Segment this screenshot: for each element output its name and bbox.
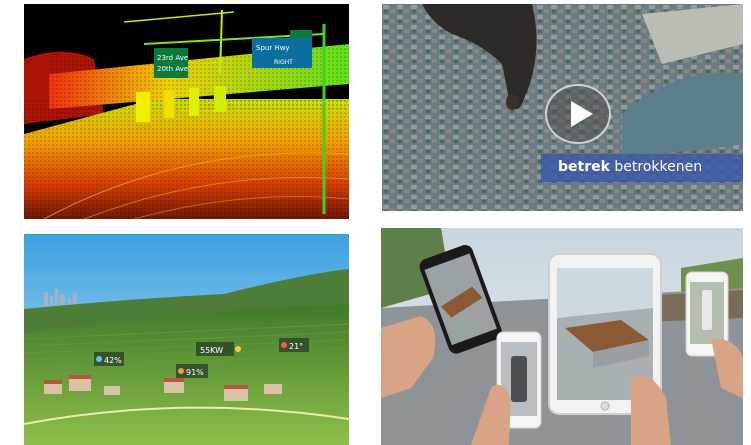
water-drop-icon [96,356,102,362]
sign-right-line2: RIGHT [274,59,293,66]
lidar-point-cloud-image: 23rd Ave 20th Ave Spur Hwy RIGHT [24,4,349,219]
lidar-scene: 23rd Ave 20th Ave Spur Hwy RIGHT [24,4,349,219]
map-video-thumbnail[interactable]: betrek betrokkenen [382,4,743,211]
ar-light-pole-model [702,290,712,330]
play-button[interactable] [545,84,611,144]
badge-temperature-value: 21° [289,342,303,351]
vineyard-scene: 42% 55KW 91% 21° [24,234,349,445]
leaf-icon [178,368,184,374]
ar-bench-devices-image [381,228,743,445]
vineyard-data-overlay-image: 42% 55KW 91% 21° [24,234,349,445]
caption-bold: betrek [558,159,610,175]
badge-temperature: 21° [279,338,309,352]
sign-left-line1: 23rd Ave [157,54,188,62]
thermometer-icon [281,342,287,348]
highway-sign-left [154,48,188,78]
badge-moisture: 42% [94,352,124,366]
caption-rest: betrokkenen [614,159,703,175]
play-icon [571,101,593,127]
ar-scene [381,228,743,445]
sun-icon [235,346,241,352]
badge-power-value: 55KW [200,346,223,355]
badge-humidity-value: 91% [186,368,204,377]
badge-moisture-value: 42% [104,356,122,365]
sign-left-line2: 20th Ave [157,65,188,73]
ar-trash-bin-model [511,356,527,402]
video-caption: betrek betrokkenen [558,157,702,177]
sign-right-line1: Spur Hwy [256,44,290,52]
badge-humidity: 91% [176,364,208,378]
